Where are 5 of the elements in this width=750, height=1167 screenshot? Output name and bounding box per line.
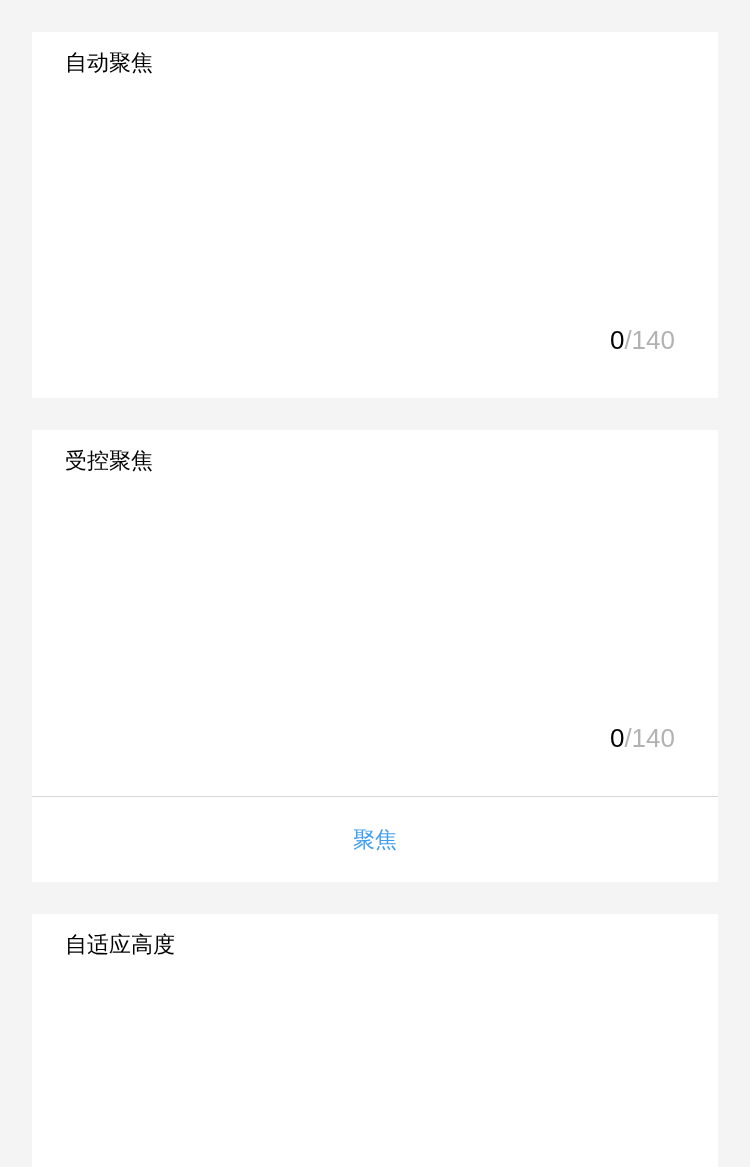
field-text: 受控聚焦 <box>65 447 153 475</box>
field-text: 自动聚焦 <box>65 49 153 77</box>
character-counter: 0/140 <box>609 324 675 356</box>
character-counter: 0/140 <box>609 722 675 754</box>
field-text: 自适应高度 <box>65 931 175 959</box>
